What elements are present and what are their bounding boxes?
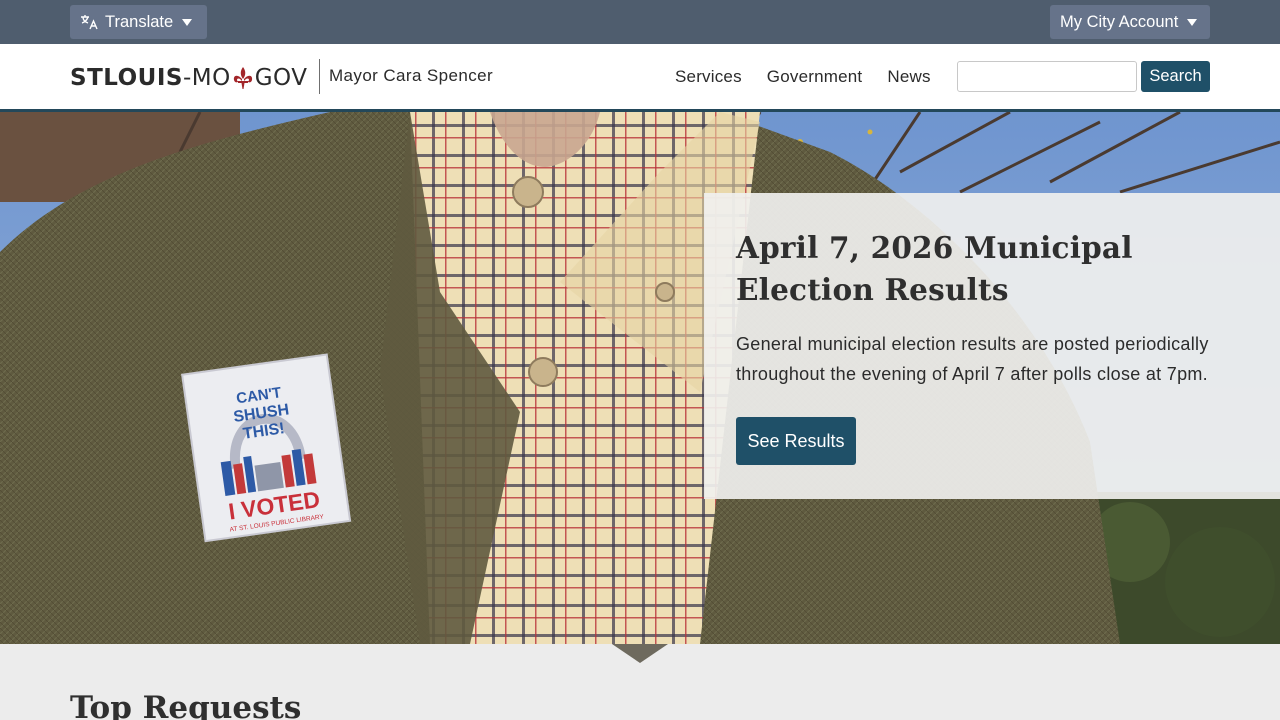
main-nav: Services Government News [675, 67, 956, 87]
hero-description: General municipal election results are p… [736, 334, 1209, 384]
translate-label: Translate [105, 12, 174, 31]
logo-text-gov: GOV [254, 65, 308, 91]
caret-down-icon [182, 18, 193, 26]
utility-bar: Translate My City Account [0, 0, 1280, 44]
site-header: STLOUIS -MO GOV Mayor Cara Spencer Servic… [0, 44, 1280, 112]
search-input[interactable] [957, 61, 1137, 92]
fleur-de-lis-icon [233, 67, 252, 89]
translate-icon [81, 15, 98, 30]
nav-services[interactable]: Services [675, 67, 742, 87]
nav-government[interactable]: Government [767, 67, 863, 87]
logo-divider [319, 59, 320, 94]
my-city-account-button[interactable]: My City Account [1050, 5, 1210, 39]
hero-banner: CAN'T SHUSH THIS! I VOTED AT ST. LOUIS P… [0, 112, 1280, 644]
caret-down-icon [1187, 18, 1198, 26]
translate-button[interactable]: Translate [70, 5, 207, 39]
hero-notch [612, 644, 668, 663]
top-requests-title: Top Requests [70, 690, 302, 720]
site-logo[interactable]: STLOUIS -MO GOV [70, 63, 307, 93]
logo-text-mo: -MO [182, 65, 231, 91]
hero-title: April 7, 2026 Municipal Election Results [736, 230, 1133, 307]
mayor-name: Mayor Cara Spencer [329, 66, 494, 85]
see-results-button[interactable]: See Results [736, 417, 856, 465]
hero-card: April 7, 2026 Municipal Election Results… [704, 193, 1280, 499]
top-requests-section: Top Requests [0, 644, 1280, 720]
nav-news[interactable]: News [887, 67, 930, 87]
account-label: My City Account [1060, 12, 1179, 31]
search-button[interactable]: Search [1141, 61, 1210, 92]
voted-sticker: CAN'T SHUSH THIS! I VOTED AT ST. LOUIS P… [181, 353, 352, 543]
logo-text-stlouis: STLOUIS [70, 65, 183, 91]
